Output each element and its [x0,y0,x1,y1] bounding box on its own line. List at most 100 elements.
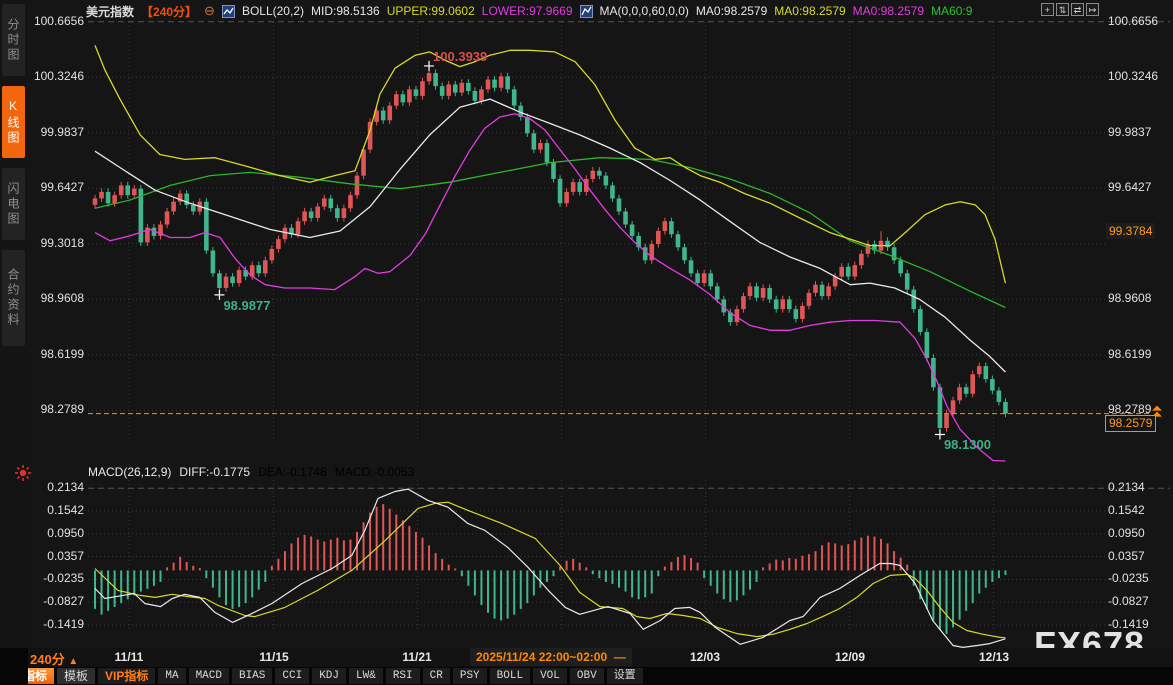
toolbar-item-模板[interactable]: 模板 [57,668,95,684]
candle-body [532,133,537,149]
sidebar-item-kline[interactable]: K线图 [2,86,25,158]
candle-body [748,286,753,296]
highlighted-date: 2025/11/24 22:00~02:00 — [470,648,632,666]
sidebar-item-tab[interactable]: 闪电图 [2,168,25,240]
candle-body [93,198,98,205]
candle-body [525,117,530,133]
x-axis-date: 11/15 [259,650,288,664]
bottom-left-corner [0,648,28,685]
x-axis-date: 11/11 [115,650,144,664]
candle-body [859,254,864,265]
toolbar-item-BIAS[interactable]: BIAS [232,668,272,684]
candle-body [571,182,576,192]
macd-axis-label: 0.1542 [28,503,84,517]
candle-body [617,198,622,211]
candle-body [676,234,681,247]
toolbar-item-MA[interactable]: MA [158,668,185,684]
ma0-white-value: MA0:98.2579 [696,4,767,18]
alert-icon[interactable] [13,463,33,483]
candle-body [479,89,484,100]
candle-body [433,73,438,86]
candle-body [839,267,844,277]
toolbar-item-CCI[interactable]: CCI [275,668,309,684]
toolbar-item-OBV[interactable]: OBV [570,668,604,684]
toolbar-item-BOLL[interactable]: BOLL [490,668,530,684]
candle-body [977,366,982,374]
sidebar-item-tab[interactable]: 合约资料 [2,250,25,346]
marker-price-badge: 99.3784 [1106,223,1155,239]
boll-mid-value: MID:98.5136 [311,4,380,18]
candle-body [911,290,916,310]
candle-body [551,163,556,179]
candle-body [276,239,281,249]
toolbar-item-CR[interactable]: CR [423,668,450,684]
candle-body [754,286,759,297]
macd-axis-label: 0.1542 [1108,503,1145,517]
toolbar-item-RSI[interactable]: RSI [386,668,420,684]
scale-x-axis-icon[interactable]: ⇄ [1071,3,1084,16]
candle-body [577,182,582,192]
candle-body [420,81,425,96]
candle-body [591,171,596,179]
candle-body [826,286,831,296]
price-axis-label: 98.9608 [1108,291,1151,305]
candle-body [800,306,805,319]
macd-axis-label: -0.0235 [28,571,84,585]
x-axis-row: 240分 ▲ 11/1111/1511/2112/0312/0912/13 20… [0,648,1173,667]
series-line [95,99,1005,372]
candle-body [381,111,386,121]
macd-dea-value: DEA:-0.1748 [258,465,327,479]
candle-body [957,387,962,400]
candle-body [473,91,478,101]
candle-body [656,231,661,244]
toolbar-item-KDJ[interactable]: KDJ [312,668,346,684]
boll-lower-value: LOWER:97.9669 [482,4,573,18]
candle-body [125,185,130,195]
series-line [95,158,1005,308]
toolbar-item-MACD[interactable]: MACD [189,668,229,684]
macd-axis-label: 0.2134 [1108,480,1145,494]
high-price-label: 100.3939 [433,49,487,64]
candle-body [119,185,124,195]
macd-axis-label: 0.2134 [28,480,84,494]
x-axis-date: 12/13 [979,650,1009,664]
candle-body [499,76,504,87]
sidebar-item-tab[interactable]: 分时图 [2,4,25,76]
candle-body [453,84,458,92]
boll-indicator-icon[interactable] [222,5,235,18]
toolbar-item-VOL[interactable]: VOL [533,668,567,684]
move-icon[interactable]: + [1041,3,1054,16]
candle-body [329,198,334,208]
candle-body [256,265,261,273]
indicator-toolbar: 指标模板VIP指标MAMACDBIASCCIKDJLW&RSICRPSYBOLL… [0,667,1173,685]
toolbar-item-设置[interactable]: 设置 [607,668,643,684]
toolbar-item-VIP指标[interactable]: VIP指标 [98,668,155,684]
series-line [95,114,1005,461]
candle-body [446,84,451,95]
pan-to-latest-icon[interactable]: ↦ [1086,3,1099,16]
macd-header: MACD(26,12,9) DIFF:-0.1775 DEA:-0.1748 M… [88,465,414,479]
period-button[interactable]: 240分 ▲ [30,649,78,668]
toolbar-item-PSY[interactable]: PSY [453,668,487,684]
candle-body [112,195,117,203]
price-axis-label: 100.3246 [28,69,84,83]
candle-body [486,80,491,90]
chart-canvas[interactable] [0,0,1173,685]
toolbar-item-LW&[interactable]: LW& [349,668,383,684]
candle-body [604,176,609,186]
price-axis-label: 98.6199 [28,347,84,361]
candle-body [224,277,229,288]
collapse-icon[interactable]: ⊖ [204,3,215,19]
scale-y-axis-icon[interactable]: ⇅ [1056,3,1069,16]
boll-upper-value: UPPER:99.0602 [387,4,475,18]
candle-body [905,273,910,289]
ma60-value: MA60:9 [931,4,972,18]
candle-body [702,273,707,283]
price-axis-label: 98.9608 [28,291,84,305]
macd-macd-value: MACD:-0.0053 [335,465,414,479]
ma-indicator-icon[interactable] [580,5,593,18]
candle-body [708,273,713,286]
candle-body [663,221,668,231]
candle-body [296,221,301,234]
candle-body [715,286,720,299]
